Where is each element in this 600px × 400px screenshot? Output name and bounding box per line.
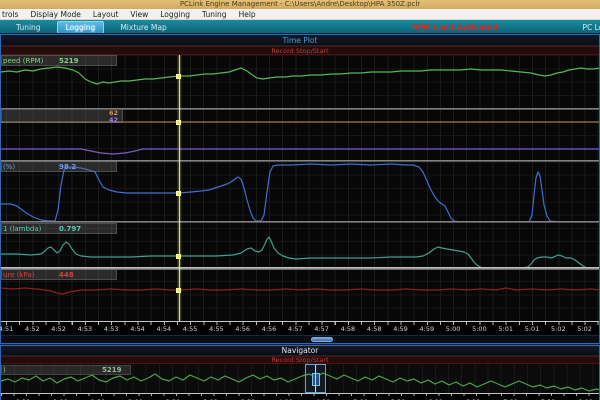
navigator-titlebar[interactable]: Navigator <box>1 346 599 356</box>
menu-item-layout[interactable]: Layout <box>87 10 125 19</box>
channel-value: 98.2 <box>59 163 77 171</box>
axis-tick-label: 5:02 <box>577 325 592 333</box>
navigator-channel-value: 5219 <box>102 366 122 374</box>
menu-item-help[interactable]: Help <box>233 10 262 19</box>
axis-tick-label: 4:56 <box>261 325 277 333</box>
time-plot-title: Time Plot <box>282 36 318 45</box>
menu-item-view[interactable]: View <box>124 10 154 19</box>
layout-tab-bar: RPM Limit Activated PC Log Tuning Logging… <box>0 20 600 34</box>
menu-bar: trols Display Mode Layout View Logging Tuning… <box>0 9 600 20</box>
axis-tick-label: 4:58 <box>340 325 356 333</box>
window-title: PCLink Engine Management - C:\Users\Andr… <box>179 0 421 8</box>
axis-tick-label: 4:57 <box>314 325 329 333</box>
channel-label: ure (kPa) <box>3 271 35 279</box>
channel-label-box[interactable]: 62 42 <box>1 108 123 123</box>
time-plot-titlebar[interactable]: Time Plot <box>1 35 599 46</box>
axis-tick-label: 4:52 <box>51 325 66 333</box>
axis-tick-label: 4:53 <box>103 325 119 333</box>
horizontal-scrollbar[interactable] <box>1 335 599 343</box>
axis-tick-label: 4:57 <box>287 325 303 333</box>
axis-tick-label: 4:51 <box>0 325 14 333</box>
time-cursor[interactable] <box>179 55 180 321</box>
axis-tick-label: 5:00 <box>472 325 487 333</box>
lambda-trace <box>1 236 599 270</box>
channel-value: 5219 <box>59 57 79 65</box>
axis-tick-label: 4:53 <box>77 325 93 333</box>
tab-tuning[interactable]: Tuning <box>8 22 49 33</box>
navigator-selection[interactable] <box>305 364 326 393</box>
cursor-marker-tp <box>176 191 181 196</box>
navigator-cursor <box>315 365 316 392</box>
navigator-window: Navigator Record Stop/Start ) 5219 0:301… <box>0 344 600 400</box>
navigator-canvas[interactable]: ) 5219 <box>1 364 599 393</box>
axis-tick-label: 4:58 <box>366 325 382 333</box>
tab-logging[interactable]: Logging <box>56 20 105 34</box>
axis-tick-label: 4:59 <box>393 325 408 333</box>
time-axis: 4:51 4:52 4:52 4:53 4:53 4:54 4:54 4:55 4:55 4:56… <box>0 321 600 335</box>
axis-tick-label: 4:54 <box>130 325 145 333</box>
menu-item-display-mode[interactable]: Display Mode <box>24 10 86 19</box>
axis-tick-label: 4:59 <box>419 325 435 333</box>
scrollbar-thumb[interactable] <box>311 337 333 342</box>
axis-tick-label: 5:02 <box>550 325 566 333</box>
record-stop-start-button[interactable]: Record Stop/Start <box>1 46 599 55</box>
cursor-marker-orange <box>176 120 181 125</box>
navigator-axis-ticks <box>1 394 600 396</box>
navigator-axis: 0:301:001:302:002:303:003:304:004:305:00… <box>1 393 600 400</box>
channel-label: 1 (lambda) <box>3 225 42 233</box>
axis-tick-label: 4:55 <box>182 325 198 333</box>
channel-label-box[interactable]: 1 (lambda) 0.797 <box>1 223 117 234</box>
axis-tick-label: 4:54 <box>156 325 172 333</box>
tp-trace <box>1 163 599 223</box>
channel-label-box[interactable]: ure (kPa) 448 <box>1 269 117 280</box>
navigator-record-stop-start-button[interactable]: Record Stop/Start <box>1 356 599 364</box>
axis-tick-label: 5:00 <box>445 325 461 333</box>
time-plot-traces <box>1 66 599 295</box>
channel-label-box[interactable]: peed (RPM) 5219 <box>1 55 117 66</box>
navigator-title: Navigator <box>281 346 319 355</box>
purple-trace <box>1 148 599 155</box>
channel-label: (%) <box>3 163 16 171</box>
navigator-channel-box: ) 5219 <box>1 365 131 375</box>
window-titlebar[interactable]: PCLink Engine Management - C:\Users\Andr… <box>0 0 600 9</box>
menu-item-tuning[interactable]: Tuning <box>196 10 233 19</box>
navigator-trace <box>1 372 599 392</box>
channel-label-box[interactable]: (%) 98.2 <box>1 161 117 172</box>
navigator-selection-handle[interactable] <box>312 373 320 386</box>
cursor-marker-pressure <box>176 288 181 293</box>
axis-tick-label: 5:01 <box>524 325 540 333</box>
navigator-channel-label: ) <box>3 366 6 374</box>
cursor-marker-lambda <box>176 254 181 259</box>
axis-tick-label: 4:56 <box>235 325 250 333</box>
time-plot-canvas[interactable]: peed (RPM) 5219 62 42 (%) 98.2 1 (lambda) 0.797… <box>1 55 599 321</box>
channel-value: 0.797 <box>59 225 82 233</box>
channel-label: peed (RPM) <box>3 57 44 65</box>
menu-item-logging[interactable]: Logging <box>154 10 196 19</box>
cursor-marker-rpm <box>176 74 181 79</box>
app-window: PCLink Engine Management - C:\Users\Andr… <box>0 0 600 400</box>
axis-tick-label: 5:01 <box>498 325 513 333</box>
pressure-trace <box>1 287 599 295</box>
axis-tick-label: 4:52 <box>24 325 40 333</box>
tab-mixture-map[interactable]: Mixture Map <box>112 22 174 33</box>
engine-speed-trace <box>1 66 599 85</box>
channel-value: 448 <box>59 271 74 279</box>
menu-item-trols[interactable]: trols <box>0 10 24 19</box>
channel-value: 42 <box>109 116 119 123</box>
pc-log-status: PC Log <box>582 23 600 32</box>
time-plot-window: Time Plot Record Stop/Start peed (RPM) 52… <box>0 33 600 345</box>
axis-tick-label: 4:55 <box>209 325 224 333</box>
rpm-limit-warning: RPM Limit Activated <box>412 23 498 32</box>
